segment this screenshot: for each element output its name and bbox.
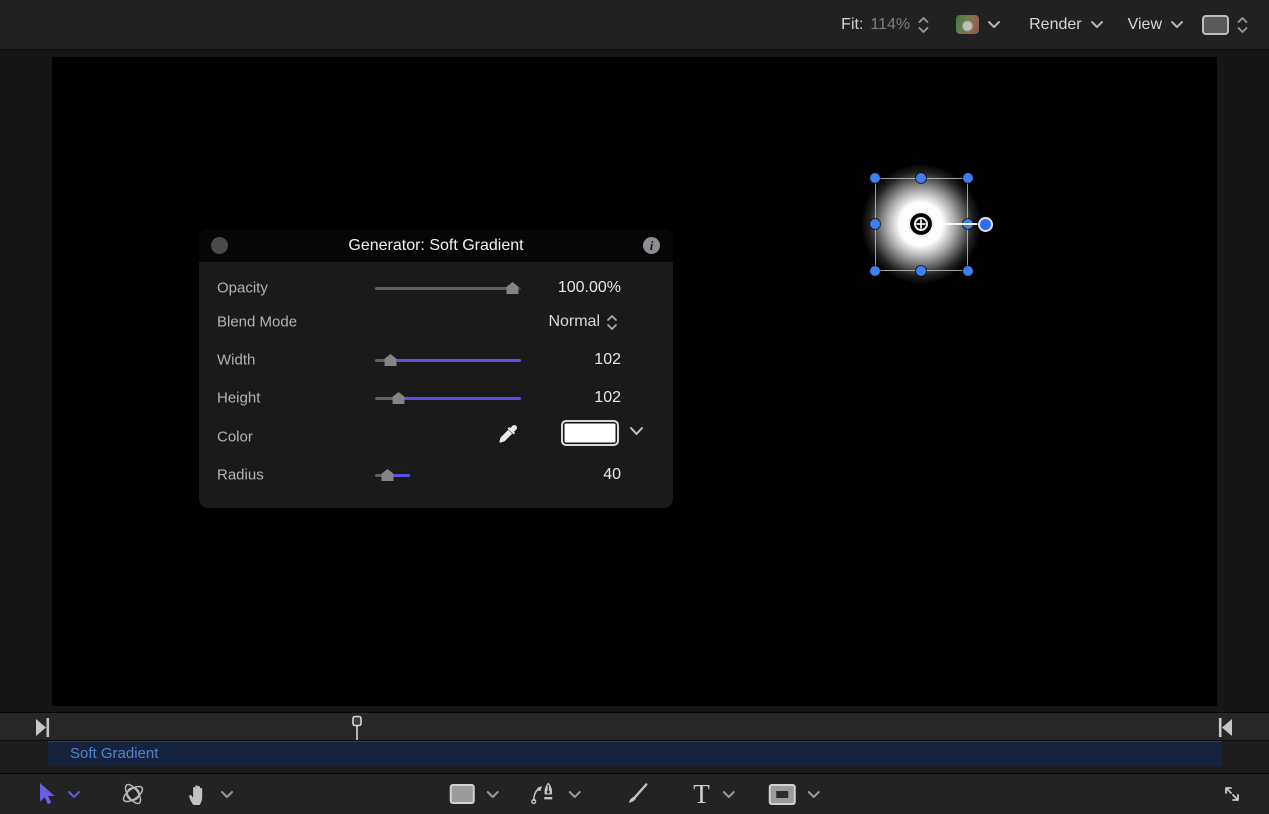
slider-thumb[interactable] <box>381 469 394 481</box>
zoom-stepper-icon[interactable] <box>917 16 930 34</box>
opacity-label: Opacity <box>217 280 268 297</box>
pan-hand-tool-icon[interactable] <box>185 781 211 807</box>
radius-value: 40 <box>603 466 621 484</box>
color-well[interactable] <box>561 420 619 446</box>
chevron-down-icon[interactable] <box>629 426 644 436</box>
timeline-filler <box>0 766 1269 773</box>
text-tool-icon[interactable]: T <box>693 781 710 808</box>
zoom-value: 114% <box>870 16 910 34</box>
selection-handle[interactable] <box>870 173 880 183</box>
track-name: Soft Gradient <box>70 742 1222 766</box>
chevron-down-icon <box>1170 20 1184 29</box>
hud-titlebar[interactable]: Generator: Soft Gradient i <box>199 229 673 262</box>
hand-tool-chevron-icon[interactable] <box>220 790 234 799</box>
info-button[interactable]: i <box>643 237 660 254</box>
3d-transform-tool-icon[interactable] <box>119 780 147 808</box>
fit-label: Fit: <box>841 16 863 34</box>
timeline-track-area: Soft Gradient <box>0 741 1269 766</box>
canvas-toolbar: Fit: 114% Render View <box>0 0 1269 50</box>
blend-mode-value: Normal <box>548 313 600 331</box>
opacity-slider[interactable] <box>375 282 521 294</box>
height-label: Height <box>217 390 260 407</box>
selection-handle[interactable] <box>963 173 973 183</box>
height-value: 102 <box>594 389 621 407</box>
chevron-down-icon <box>1090 20 1104 29</box>
display-stepper-icon <box>1236 16 1249 34</box>
paint-stroke-tool-icon[interactable] <box>623 781 649 807</box>
render-menu[interactable]: Render <box>1029 16 1103 34</box>
radius-row: Radius 40 <box>199 460 673 490</box>
eyedropper-icon[interactable] <box>496 422 520 446</box>
color-row: Color <box>199 420 673 454</box>
opacity-value: 100.00% <box>558 279 621 297</box>
radius-slider[interactable] <box>375 469 521 481</box>
pen-tool-chevron-icon[interactable] <box>567 790 581 799</box>
hud-panel: Generator: Soft Gradient i Opacity 100.0… <box>199 229 673 508</box>
generator-preview-menu[interactable] <box>956 15 1001 34</box>
mini-timeline[interactable] <box>0 712 1269 741</box>
select-transform-tool[interactable] <box>34 781 58 807</box>
width-label: Width <box>217 352 255 369</box>
motion-canvas-window: Fit: 114% Render View <box>0 0 1269 814</box>
stepper-icon <box>606 314 618 331</box>
selection-handle[interactable] <box>870 219 880 229</box>
tool-toolbar: T <box>0 773 1269 814</box>
slider-thumb[interactable] <box>392 392 405 404</box>
selection-handle[interactable] <box>963 266 973 276</box>
width-value: 102 <box>594 351 621 369</box>
blend-mode-label: Blend Mode <box>217 314 297 331</box>
display-selector[interactable] <box>1202 15 1249 35</box>
width-slider[interactable] <box>375 354 521 366</box>
color-label: Color <box>217 429 253 446</box>
selection-handle[interactable] <box>916 173 926 183</box>
rotation-handle[interactable] <box>978 217 993 232</box>
playhead[interactable] <box>349 715 365 741</box>
width-row: Width 102 <box>199 345 673 375</box>
play-range-in-marker[interactable] <box>34 716 52 739</box>
blend-mode-row: Blend Mode Normal <box>199 307 673 337</box>
rectangle-mask-tool-icon[interactable] <box>768 783 797 806</box>
view-label: View <box>1128 16 1162 34</box>
view-menu[interactable]: View <box>1128 16 1184 34</box>
opacity-row: Opacity 100.00% <box>199 273 673 303</box>
play-range-out-marker[interactable] <box>1216 716 1234 739</box>
selection-handle[interactable] <box>870 266 880 276</box>
text-tool-chevron-icon[interactable] <box>722 790 736 799</box>
select-tool-chevron-icon[interactable] <box>67 790 81 799</box>
height-slider[interactable] <box>375 392 521 404</box>
mask-tool-chevron-icon[interactable] <box>807 790 821 799</box>
radius-label: Radius <box>217 467 264 484</box>
slider-thumb[interactable] <box>384 354 397 366</box>
bezier-pen-tool-icon[interactable] <box>529 781 557 807</box>
selection-handle[interactable] <box>916 266 926 276</box>
shape-tool-chevron-icon[interactable] <box>485 790 499 799</box>
expand-timeline-icon[interactable] <box>1219 781 1245 807</box>
rectangle-shape-tool-icon[interactable] <box>448 783 475 805</box>
zoom-control[interactable]: Fit: 114% <box>841 16 930 34</box>
display-icon <box>1202 15 1229 35</box>
slider-thumb[interactable] <box>506 282 519 294</box>
gradient-preview-swatch-icon <box>956 15 979 34</box>
hud-title: Generator: Soft Gradient <box>199 229 673 262</box>
height-row: Height 102 <box>199 383 673 413</box>
timeline-track-bar[interactable]: Soft Gradient <box>48 741 1222 766</box>
anchor-target-icon[interactable] <box>905 208 937 240</box>
blend-mode-popup[interactable]: Normal <box>548 313 618 331</box>
render-label: Render <box>1029 16 1081 34</box>
chevron-down-icon <box>987 20 1001 29</box>
